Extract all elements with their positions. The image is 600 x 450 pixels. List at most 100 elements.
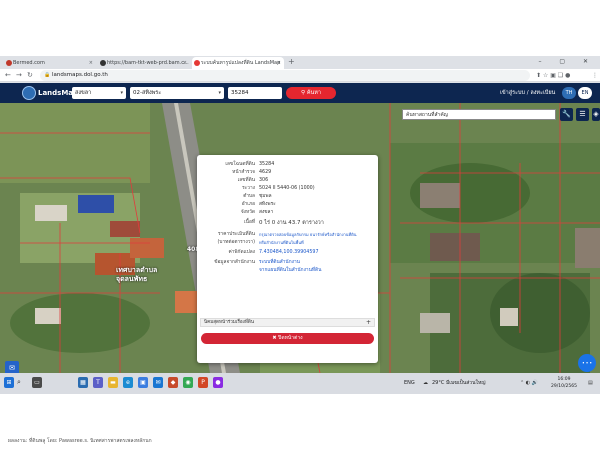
url-text: landsmaps.dol.go.th: [52, 72, 108, 78]
task-view-icon[interactable]: ▭: [32, 377, 42, 388]
search-button[interactable]: ⚲ ค้นหา: [286, 87, 336, 99]
landsmaps-logo-icon: [22, 86, 36, 100]
info-row: ค่าพิกัดแปลง 7.430484,100.39904597: [197, 249, 378, 257]
windows-taskbar: ⊞ ⌕ ▭ ▦ T ▬ e ▣ ✉ ◆ ◉ P ● ENG ☁ 29°C มีเ…: [0, 373, 600, 394]
chrome-icon[interactable]: ◉: [183, 377, 193, 388]
info-value: 5024 II 5440-06 (1000): [259, 186, 315, 191]
info-key: ค่าพิกัดแปลง: [228, 250, 255, 255]
tab-bam[interactable]: https://bam-tkt-web-prd.bam.c... ×: [98, 57, 190, 69]
layers-icon[interactable]: ☰: [576, 108, 589, 121]
info-key: ราคาประเมินที่ดิน: [217, 232, 255, 237]
chevron-down-icon: ▾: [120, 90, 123, 96]
weather-text[interactable]: 29°C มีเมฆเป็นส่วนใหญ่: [432, 378, 486, 388]
village-label-line1: เทศบาลตำบล: [116, 266, 158, 274]
info-key: เนื้อที่: [244, 220, 255, 225]
forward-button[interactable]: →: [16, 70, 22, 81]
reload-button[interactable]: ↻: [27, 70, 33, 81]
notification-icon[interactable]: ▤: [588, 378, 593, 388]
input-language-indicator[interactable]: ENG: [404, 378, 415, 388]
search-button-label: ค้นหา: [306, 90, 321, 96]
clock-time: 16:09: [557, 377, 571, 382]
info-row: จังหวัด สงขลา: [197, 209, 378, 217]
province-select[interactable]: สงขลา ▾: [72, 87, 126, 99]
toolbox-icon[interactable]: 🔧: [560, 108, 573, 121]
parcel-info-popup: เลขโฉนดที่ดิน 35284 หน้าสำรวจ 4629 เลขที่ด…: [197, 155, 378, 363]
window-controls[interactable]: – ▢ ✕: [538, 56, 596, 68]
app-shortcut-icon[interactable]: ✉: [5, 361, 19, 373]
info-row: ระวาง 5024 II 5440-06 (1000): [197, 185, 378, 193]
lang-en-button[interactable]: EN: [578, 87, 592, 99]
info-value: 35284: [259, 162, 275, 167]
windows-start-icon[interactable]: ⊞: [4, 377, 14, 388]
info-row: เนื้อที่ 0 ไร่ 0 งาน 43.7 ตารางวา: [197, 219, 378, 227]
weather-icon: ☁: [423, 380, 428, 386]
info-row: ตำบล ชุมพล: [197, 193, 378, 201]
clock[interactable]: 16:09 29/10/2565: [548, 376, 580, 390]
login-link[interactable]: เข้าสู่ระบบ / ลงทะเบียน: [500, 83, 555, 103]
info-value: ชุมพล: [259, 194, 272, 199]
tab-title: Bermed.com: [13, 60, 45, 66]
lock-icon: 🔒: [44, 72, 51, 78]
widgets-icon[interactable]: ▦: [78, 377, 88, 388]
info-value: 306: [259, 178, 269, 183]
province-value: สงขลา: [75, 90, 92, 96]
floating-action-button[interactable]: ⋯: [578, 354, 596, 372]
district-select[interactable]: 02-สทิงพระ ▾: [130, 87, 224, 99]
info-row: หน้าสำรวจ 4629: [197, 169, 378, 177]
info-key: ข้อมูลจากสำนักงาน: [214, 260, 255, 265]
tab-title: ระบบค้นหารูปแปลงที่ดิน LandsMap: [201, 60, 281, 66]
close-tab-icon[interactable]: ×: [183, 57, 187, 69]
mail-icon[interactable]: ✉: [153, 377, 163, 388]
info-row: เลขโฉนดที่ดิน 35284: [197, 161, 378, 169]
tab-strip: Bermed.com × https://bam-tkt-web-prd.bam…: [0, 56, 600, 69]
clock-date: 29/10/2565: [551, 384, 577, 389]
info-key: หน้าสำรวจ: [232, 170, 255, 175]
tab-bermed[interactable]: Bermed.com ×: [4, 57, 96, 69]
photos-icon[interactable]: ◆: [168, 377, 178, 388]
file-explorer-icon[interactable]: ▬: [108, 377, 118, 388]
close-tab-icon[interactable]: ×: [277, 57, 281, 69]
system-tray-icons[interactable]: ⌃ ◐ 🔊: [520, 378, 538, 388]
address-bar: ← → ↻ 🔒 landsmaps.dol.go.th ⬆ ☆ ▣ ❏ ● ⋮: [0, 69, 600, 82]
search-icon[interactable]: ⌕: [17, 378, 21, 387]
info-row: (บาทต่อตารางวา) หรือสำนักงานที่ดินในพื้นท…: [197, 239, 378, 247]
info-value[interactable]: 7.430484,100.39904597: [259, 249, 319, 257]
teams-icon[interactable]: T: [93, 377, 103, 388]
store-icon[interactable]: ▣: [138, 377, 148, 388]
info-value[interactable]: กรุณาตรวจสอบข้อมูลกับกรม ธนารักษ์หรือสำน…: [259, 231, 356, 239]
landmark-search-input[interactable]: ค้นหาสถานที่สำคัญ: [402, 109, 556, 120]
info-key: ระวาง: [242, 186, 255, 191]
info-value[interactable]: จากแผนที่ดินในสำนักงานที่ดิน: [259, 267, 321, 275]
info-key: จังหวัด: [240, 210, 255, 215]
related-links-accordion[interactable]: นิคมสุดหน้าร่วมเรื่องที่ดิน +: [200, 318, 375, 327]
village-label: เทศบาลตำบล จุดลนพัทธ: [116, 266, 157, 284]
info-value[interactable]: หรือสำนักงานที่ดินในพื้นที่: [259, 239, 304, 247]
new-tab-button[interactable]: +: [288, 56, 295, 68]
info-row: อำเภอ สทิงพระ: [197, 201, 378, 209]
lang-th-button[interactable]: TH: [562, 87, 576, 99]
tab-title: https://bam-tkt-web-prd.bam.c...: [107, 60, 189, 66]
close-tab-icon[interactable]: ×: [89, 57, 93, 69]
url-input[interactable]: 🔒 landsmaps.dol.go.th: [40, 70, 530, 81]
plus-icon: +: [365, 319, 371, 326]
extensions-icons[interactable]: ⬆ ☆ ▣ ❏ ●: [536, 70, 570, 81]
menu-icon[interactable]: ⋮: [592, 70, 598, 81]
info-row: เลขที่ดิน 306: [197, 177, 378, 185]
app-icon[interactable]: ●: [213, 377, 223, 388]
satellite-map[interactable]: 408 เทศบาลตำบล จุดลนพัทธ 0809065552 ตำแห…: [0, 103, 600, 373]
info-key: ตำบล: [243, 194, 255, 199]
close-popup-button[interactable]: ✖ ปิดหน้าต่าง: [201, 333, 374, 344]
tab-landsmaps[interactable]: ระบบค้นหารูปแปลงที่ดิน LandsMap ×: [192, 57, 284, 69]
back-button[interactable]: ←: [5, 70, 11, 81]
stack-layers-icon[interactable]: ◈: [592, 108, 600, 121]
deed-number-input[interactable]: 35284: [228, 87, 282, 99]
powerpoint-icon[interactable]: P: [198, 377, 208, 388]
info-key: (บาทต่อตารางวา): [217, 240, 255, 245]
site-favicon-icon: [100, 60, 106, 66]
info-value: สทิงพระ: [259, 202, 276, 207]
info-value[interactable]: ระบบที่ดินสำนักงาน: [259, 259, 300, 267]
info-row: จากแผนที่ดินในสำนักงานที่ดิน: [197, 267, 378, 275]
info-value: 4629: [259, 170, 272, 175]
edge-icon[interactable]: e: [123, 377, 133, 388]
app-header: LandsMaps สงขลา ▾ 02-สทิงพระ ▾ 35284 ⚲ ค…: [0, 83, 600, 103]
